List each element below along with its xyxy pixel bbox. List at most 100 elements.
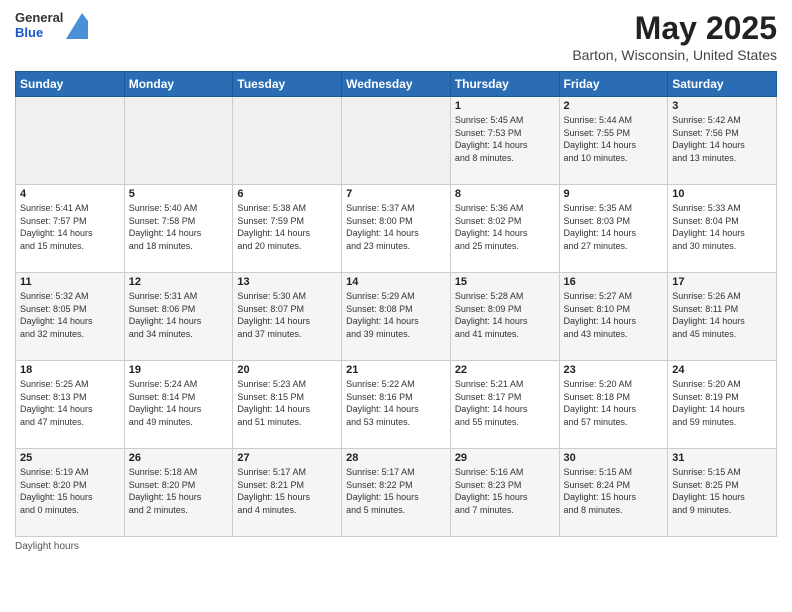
calendar-cell: 22Sunrise: 5:21 AM Sunset: 8:17 PM Dayli… [450,361,559,449]
calendar-cell: 26 Sunrise: 5:18 AM Sunset: 8:20 PM Dayli… [124,449,233,537]
col-header-thursday: Thursday [450,72,559,97]
calendar-cell: 30 Sunrise: 5:15 AM Sunset: 8:24 PM Dayli… [559,449,668,537]
calendar-cell [16,97,125,185]
day-number: 7 [346,188,446,200]
day-number: 29 [455,452,555,464]
col-header-sunday: Sunday [16,72,125,97]
col-header-monday: Monday [124,72,233,97]
day-number: 11 [20,276,120,288]
day-info: Sunrise: 5:33 AM Sunset: 8:04 PM Dayligh… [672,202,772,252]
logo-text: General Blue [15,10,63,40]
day-number: 27 [237,452,337,464]
calendar-cell: 1 Sunrise: 5:45 AM Sunset: 7:53 PM Daylig… [450,97,559,185]
day-number: 17 [672,276,772,288]
calendar-cell [124,97,233,185]
calendar-cell: 12 Sunrise: 5:31 AM Sunset: 8:06 PM Dayli… [124,273,233,361]
col-header-friday: Friday [559,72,668,97]
logo-general: General [15,10,63,25]
day-info: Sunrise: 5:41 AM Sunset: 7:57 PM Dayligh… [20,202,120,252]
day-number: 19 [129,364,229,376]
calendar-cell: 17 Sunrise: 5:26 AM Sunset: 8:11 PM Dayli… [668,273,777,361]
day-number: 16 [564,276,664,288]
day-info: Sunrise: 5:31 AM Sunset: 8:06 PM Dayligh… [129,290,229,340]
day-info: Sunrise: 5:24 AM Sunset: 8:14 PM Dayligh… [129,378,229,428]
day-info: Sunrise: 5:21 AM Sunset: 8:17 PM Dayligh… [455,378,555,428]
day-number: 21 [346,364,446,376]
calendar-cell: 14Sunrise: 5:29 AM Sunset: 8:08 PM Dayli… [342,273,451,361]
day-info: Sunrise: 5:20 AM Sunset: 8:18 PM Dayligh… [564,378,664,428]
day-number: 24 [672,364,772,376]
page: General Blue May 2025 Barton, Wisconsin,… [0,0,792,612]
day-number: 18 [20,364,120,376]
day-number: 6 [237,188,337,200]
calendar-cell: 2 Sunrise: 5:44 AM Sunset: 7:55 PM Daylig… [559,97,668,185]
calendar-cell: 5Sunrise: 5:40 AM Sunset: 7:58 PM Daylig… [124,185,233,273]
day-number: 28 [346,452,446,464]
calendar-cell: 29 Sunrise: 5:16 AM Sunset: 8:23 PM Dayli… [450,449,559,537]
calendar-cell: 7 Sunrise: 5:37 AM Sunset: 8:00 PM Daylig… [342,185,451,273]
day-info: Sunrise: 5:36 AM Sunset: 8:02 PM Dayligh… [455,202,555,252]
day-info: Sunrise: 5:18 AM Sunset: 8:20 PM Dayligh… [129,466,229,516]
month-title: May 2025 [572,10,777,47]
day-info: Sunrise: 5:17 AM Sunset: 8:22 PM Dayligh… [346,466,446,516]
calendar-cell: 8Sunrise: 5:36 AM Sunset: 8:02 PM Daylig… [450,185,559,273]
location: Barton, Wisconsin, United States [572,47,777,63]
day-number: 3 [672,100,772,112]
logo-blue: Blue [15,25,63,40]
calendar-cell: 25 Sunrise: 5:19 AM Sunset: 8:20 PM Dayli… [16,449,125,537]
day-info: Sunrise: 5:20 AM Sunset: 8:19 PM Dayligh… [672,378,772,428]
calendar-cell: 4 Sunrise: 5:41 AM Sunset: 7:57 PM Daylig… [16,185,125,273]
day-number: 12 [129,276,229,288]
day-info: Sunrise: 5:19 AM Sunset: 8:20 PM Dayligh… [20,466,120,516]
header: General Blue May 2025 Barton, Wisconsin,… [15,10,777,63]
day-info: Sunrise: 5:30 AM Sunset: 8:07 PM Dayligh… [237,290,337,340]
col-header-wednesday: Wednesday [342,72,451,97]
calendar-cell: 9Sunrise: 5:35 AM Sunset: 8:03 PM Daylig… [559,185,668,273]
logo-icon [66,13,86,37]
calendar-cell: 15Sunrise: 5:28 AM Sunset: 8:09 PM Dayli… [450,273,559,361]
calendar-cell: 27 Sunrise: 5:17 AM Sunset: 8:21 PM Dayli… [233,449,342,537]
logo: General Blue [15,10,86,40]
col-header-tuesday: Tuesday [233,72,342,97]
calendar-cell: 11 Sunrise: 5:32 AM Sunset: 8:05 PM Dayli… [16,273,125,361]
day-number: 4 [20,188,120,200]
calendar-cell: 13 Sunrise: 5:30 AM Sunset: 8:07 PM Dayli… [233,273,342,361]
day-number: 23 [564,364,664,376]
day-info: Sunrise: 5:40 AM Sunset: 7:58 PM Dayligh… [129,202,229,252]
day-info: Sunrise: 5:26 AM Sunset: 8:11 PM Dayligh… [672,290,772,340]
calendar-cell [233,97,342,185]
calendar-week-2: 4 Sunrise: 5:41 AM Sunset: 7:57 PM Daylig… [16,185,777,273]
calendar-week-4: 18 Sunrise: 5:25 AM Sunset: 8:13 PM Dayli… [16,361,777,449]
calendar-cell: 10 Sunrise: 5:33 AM Sunset: 8:04 PM Dayli… [668,185,777,273]
day-info: Sunrise: 5:45 AM Sunset: 7:53 PM Dayligh… [455,114,555,164]
day-info: Sunrise: 5:25 AM Sunset: 8:13 PM Dayligh… [20,378,120,428]
day-info: Sunrise: 5:35 AM Sunset: 8:03 PM Dayligh… [564,202,664,252]
day-number: 26 [129,452,229,464]
calendar-week-5: 25 Sunrise: 5:19 AM Sunset: 8:20 PM Dayli… [16,449,777,537]
calendar-cell: 3Sunrise: 5:42 AM Sunset: 7:56 PM Daylig… [668,97,777,185]
day-number: 1 [455,100,555,112]
day-number: 30 [564,452,664,464]
calendar-week-1: 1 Sunrise: 5:45 AM Sunset: 7:53 PM Daylig… [16,97,777,185]
day-number: 2 [564,100,664,112]
calendar-cell: 24 Sunrise: 5:20 AM Sunset: 8:19 PM Dayli… [668,361,777,449]
calendar-cell: 23 Sunrise: 5:20 AM Sunset: 8:18 PM Dayli… [559,361,668,449]
calendar-cell: 31 Sunrise: 5:15 AM Sunset: 8:25 PM Dayli… [668,449,777,537]
day-info: Sunrise: 5:32 AM Sunset: 8:05 PM Dayligh… [20,290,120,340]
calendar-cell [342,97,451,185]
day-info: Sunrise: 5:22 AM Sunset: 8:16 PM Dayligh… [346,378,446,428]
day-info: Sunrise: 5:15 AM Sunset: 8:25 PM Dayligh… [672,466,772,516]
calendar-week-3: 11 Sunrise: 5:32 AM Sunset: 8:05 PM Dayli… [16,273,777,361]
day-info: Sunrise: 5:37 AM Sunset: 8:00 PM Dayligh… [346,202,446,252]
day-info: Sunrise: 5:44 AM Sunset: 7:55 PM Dayligh… [564,114,664,164]
calendar-cell: 18 Sunrise: 5:25 AM Sunset: 8:13 PM Dayli… [16,361,125,449]
day-number: 31 [672,452,772,464]
day-info: Sunrise: 5:17 AM Sunset: 8:21 PM Dayligh… [237,466,337,516]
day-number: 10 [672,188,772,200]
day-number: 13 [237,276,337,288]
day-info: Sunrise: 5:28 AM Sunset: 8:09 PM Dayligh… [455,290,555,340]
day-info: Sunrise: 5:15 AM Sunset: 8:24 PM Dayligh… [564,466,664,516]
day-info: Sunrise: 5:16 AM Sunset: 8:23 PM Dayligh… [455,466,555,516]
calendar-cell: 21 Sunrise: 5:22 AM Sunset: 8:16 PM Dayli… [342,361,451,449]
day-number: 25 [20,452,120,464]
